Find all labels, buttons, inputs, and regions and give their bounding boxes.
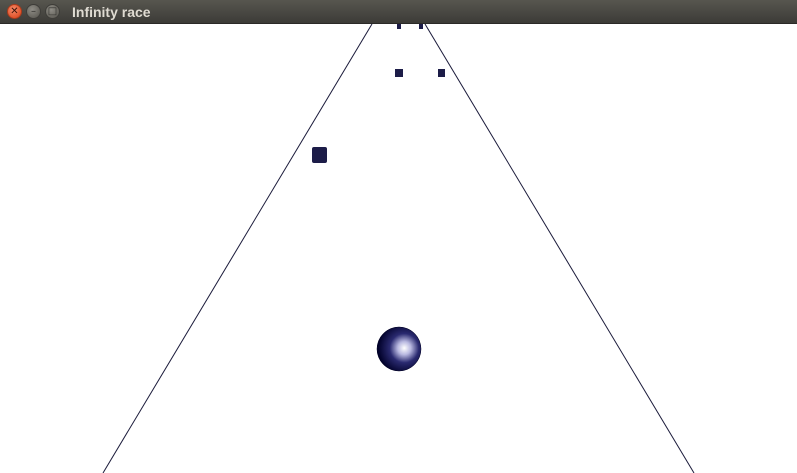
game-canvas[interactable] [0, 24, 797, 473]
window-title: Infinity race [72, 4, 151, 20]
minimize-button[interactable]: – [26, 4, 41, 19]
obstacle-block [419, 24, 423, 29]
scene-background [0, 24, 797, 473]
obstacle-block [312, 147, 327, 163]
maximize-button[interactable]: □ [45, 4, 60, 19]
obstacle-block [438, 69, 445, 77]
close-button[interactable]: ✕ [7, 4, 22, 19]
game-window: ✕ – □ Infinity race [0, 0, 797, 473]
obstacle-block [397, 24, 401, 29]
maximize-icon: □ [47, 6, 58, 17]
title-bar[interactable]: ✕ – □ Infinity race [0, 0, 797, 24]
obstacle-block [395, 69, 403, 77]
player-ball [376, 326, 422, 372]
minimize-icon: – [31, 6, 36, 17]
close-icon: ✕ [10, 6, 19, 17]
